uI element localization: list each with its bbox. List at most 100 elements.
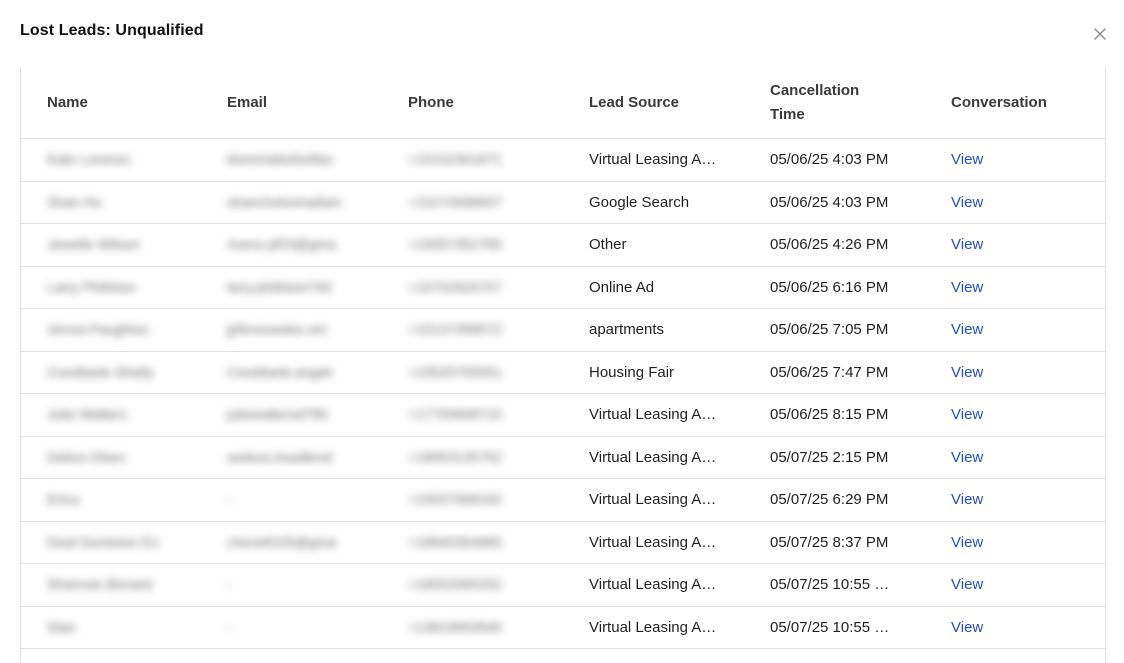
cell-cancellation-time: 05/06/25 7:05 PM	[744, 308, 925, 352]
cell-phone: +15525705551	[382, 351, 563, 394]
phone-value: +15037068162	[408, 491, 502, 508]
phone-value: +13819953540	[408, 618, 502, 635]
header-email[interactable]: Email	[201, 67, 382, 139]
view-conversation-link[interactable]: View	[951, 534, 983, 551]
view-conversation-link[interactable]: View	[951, 321, 983, 338]
cell-lead-source: Virtual Leasing A…	[563, 606, 744, 649]
cell-cancellation-time: 05/06/25 4:26 PM	[744, 223, 925, 267]
cell-name: Crestbank Shetly	[21, 351, 201, 394]
header-cancellation-time[interactable]: Cancellation Time	[744, 67, 925, 139]
email-value: larry.phillston793	[227, 278, 332, 295]
cell-email: sedora.treadlend	[201, 436, 382, 479]
cell-conversation: View	[925, 478, 1105, 522]
name-value: Deal Dominion Ev	[47, 533, 160, 550]
cell-name: Shan Ho	[21, 181, 201, 224]
header-conversation[interactable]: Conversation	[925, 67, 1105, 139]
view-conversation-link[interactable]: View	[951, 194, 983, 211]
cell-name: Erica	[21, 478, 201, 522]
email-value: kloremakethelfas	[227, 151, 333, 168]
cell-conversation: View	[925, 223, 1105, 267]
cell-phone: +18645354985	[382, 521, 563, 564]
cell-lead-source: Virtual Leasing A…	[563, 478, 744, 522]
cell-lead-source: apartments	[563, 308, 744, 352]
cell-conversation: View	[925, 308, 1105, 352]
view-conversation-link[interactable]: View	[951, 406, 983, 423]
cell-phone: +19357352785	[382, 223, 563, 267]
email-value: -	[227, 618, 232, 635]
view-conversation-link[interactable]: View	[951, 449, 983, 466]
email-value: juliewaltersd789	[227, 406, 328, 423]
cell-lead-source: Virtual Leasing A…	[563, 436, 744, 479]
cell-conversation: View	[925, 138, 1105, 182]
view-conversation-link[interactable]: View	[951, 364, 983, 381]
view-conversation-link[interactable]: View	[951, 151, 983, 168]
name-value: Jenna Paughton	[47, 321, 149, 338]
cell-phone: +15137358572	[382, 308, 563, 352]
cell-email: -	[201, 606, 382, 649]
table-row: Shannan Benard - +18052995332 Virtual Leasi…	[21, 563, 1105, 607]
table-row: Debra Olsen sedora.treadlend +18053135752 V…	[21, 436, 1105, 479]
table-header-row: Name Email Phone Lead Source Cancellatio…	[21, 67, 1105, 139]
table-body: Kate Lorenzo kloremakethelfas +15102301871…	[21, 138, 1105, 649]
name-value: Kate Lorenzo	[47, 151, 131, 168]
cell-name: Jewelle Wilson	[21, 223, 201, 267]
close-icon	[1094, 28, 1106, 40]
cell-cancellation-time: 05/07/25 6:29 PM	[744, 478, 925, 522]
cell-conversation: View	[925, 436, 1105, 479]
table-row: Larry Phillston larry.phillston793 +157529…	[21, 266, 1105, 309]
cell-phone: +18053135752	[382, 436, 563, 479]
table-row: Shan Ho shanchohomaifam +15272698907 Google…	[21, 181, 1105, 224]
cell-name: Kate Lorenzo	[21, 138, 201, 182]
name-value: Erica	[47, 491, 79, 508]
header-name[interactable]: Name	[21, 67, 201, 139]
cell-phone: +18052995332	[382, 563, 563, 607]
cell-cancellation-time: 05/06/25 4:03 PM	[744, 181, 925, 224]
cell-lead-source: Virtual Leasing A…	[563, 563, 744, 607]
view-conversation-link[interactable]: View	[951, 619, 983, 636]
phone-value: +18645354985	[408, 533, 502, 550]
cell-conversation: View	[925, 563, 1105, 607]
view-conversation-link[interactable]: View	[951, 236, 983, 253]
name-value: Debra Olsen	[47, 448, 126, 465]
leads-table-container[interactable]: Name Email Phone Lead Source Cancellatio…	[20, 67, 1106, 663]
cell-email: Avera pf23@gma	[201, 223, 382, 267]
name-value: Crestbank Shetly	[47, 363, 154, 380]
email-value: jpfenooedoo.sm	[227, 321, 327, 338]
email-value: -	[227, 576, 232, 593]
header-phone[interactable]: Phone	[382, 67, 563, 139]
view-conversation-link[interactable]: View	[951, 279, 983, 296]
email-value: Avera pf23@gma	[227, 236, 336, 253]
phone-value: +15752925707	[408, 278, 502, 295]
header-lead-source[interactable]: Lead Source	[563, 67, 744, 139]
cell-cancellation-time: 05/06/25 6:16 PM	[744, 266, 925, 309]
cell-cancellation-time: 05/07/25 10:55 …	[744, 563, 925, 607]
cell-name: Shannan Benard	[21, 563, 201, 607]
cell-cancellation-time: 05/06/25 4:03 PM	[744, 138, 925, 182]
view-conversation-link[interactable]: View	[951, 576, 983, 593]
phone-value: +15102301871	[408, 151, 502, 168]
cell-conversation: View	[925, 393, 1105, 437]
cell-email: -	[201, 563, 382, 607]
close-button[interactable]	[1090, 24, 1110, 44]
cell-name: Julie Walters	[21, 393, 201, 437]
cell-conversation: View	[925, 521, 1105, 564]
cell-name: Jenna Paughton	[21, 308, 201, 352]
table-row: Stan - +13819953540 Virtual Leasing A… 05/07…	[21, 606, 1105, 649]
cell-name: Deal Dominion Ev	[21, 521, 201, 564]
cell-phone: +15037068162	[382, 478, 563, 522]
cell-email: juliewaltersd789	[201, 393, 382, 437]
phone-value: +19357352785	[408, 236, 502, 253]
view-conversation-link[interactable]: View	[951, 491, 983, 508]
cell-conversation: View	[925, 181, 1105, 224]
cell-cancellation-time: 05/06/25 8:15 PM	[744, 393, 925, 437]
cell-email: jpfenooedoo.sm	[201, 308, 382, 352]
table-row: Deal Dominion Ev chenell105@gma +186453549…	[21, 521, 1105, 564]
cell-cancellation-time: 05/06/25 7:47 PM	[744, 351, 925, 394]
cell-phone: +15752925707	[382, 266, 563, 309]
cell-email: chenell105@gma	[201, 521, 382, 564]
cell-name: Debra Olsen	[21, 436, 201, 479]
cell-name: Stan	[21, 606, 201, 649]
cell-phone: +17755608715	[382, 393, 563, 437]
table-row: Jenna Paughton jpfenooedoo.sm +15137358572…	[21, 308, 1105, 352]
phone-value: +15525705551	[408, 363, 502, 380]
